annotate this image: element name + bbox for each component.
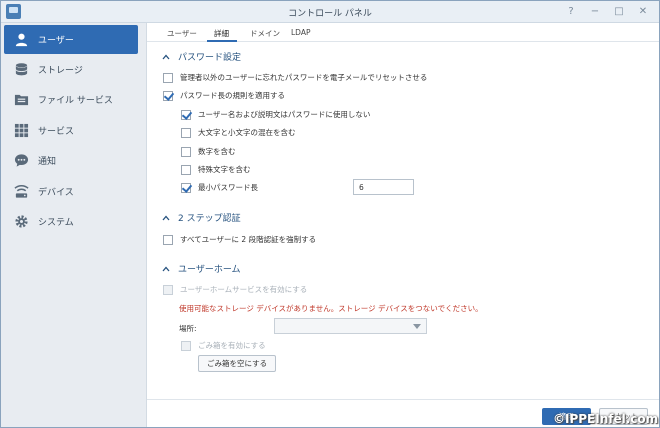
option-label: 特殊文字を含む — [198, 165, 251, 174]
tab-ldap[interactable]: LDAP — [291, 28, 310, 37]
title-bar[interactable]: コントロール パネル ? − □ ✕ — [1, 1, 659, 23]
maximize-icon[interactable]: □ — [613, 5, 625, 18]
sidebar-item-file-services[interactable]: ファイル サービス — [4, 85, 138, 114]
checkbox[interactable] — [181, 340, 191, 351]
option-label: パスワード長の規則を適用する — [180, 91, 285, 100]
rule-min-length[interactable]: 最小パスワード長 — [181, 182, 258, 193]
tab-bar: ユーザー 詳細 ドメイン LDAP — [147, 23, 659, 42]
rule-no-username[interactable]: ユーザー名および説明文はパスワードに使用しない — [181, 109, 370, 120]
signal-icon — [13, 184, 29, 200]
empty-recycle-bin-button[interactable]: ごみ箱を空にする — [198, 355, 277, 372]
option-label: すべてユーザーに 2 段階認証を強制する — [180, 235, 317, 244]
tab-advanced[interactable]: 詳細 — [214, 28, 229, 39]
sidebar-item-label: ファイル サービス — [38, 96, 113, 106]
option-label: ユーザー名および説明文はパスワードに使用しない — [198, 110, 371, 119]
option-label: 管理者以外のユーザーに忘れたパスワードを電子メールでリセットさせる — [180, 73, 428, 82]
location-label: 場所: — [179, 324, 197, 333]
min-length-input[interactable]: 6 — [353, 179, 414, 195]
sidebar-item-system[interactable]: システム — [4, 207, 138, 236]
control-panel-window: コントロール パネル ? − □ ✕ ユーザー ストレージ ファイル サービス — [0, 0, 660, 428]
option-enforce-two-step[interactable]: すべてユーザーに 2 段階認証を強制する — [163, 234, 316, 245]
no-storage-warning: 使用可能なストレージ デバイスがありません。ストレージ デバイスをつないでくださ… — [179, 304, 483, 313]
active-tab-indicator — [207, 40, 237, 42]
watermark: ©IPPEInfel.com — [553, 412, 659, 426]
checkbox[interactable] — [181, 146, 191, 157]
sidebar-item-label: システム — [38, 218, 74, 228]
checkbox[interactable] — [163, 90, 173, 101]
minimize-icon[interactable]: − — [589, 5, 601, 18]
option-enable-recycle-bin[interactable]: ごみ箱を有効にする — [181, 340, 266, 351]
rule-mixed-case[interactable]: 大文字と小文字の混在を含む — [181, 127, 296, 138]
section-title: パスワード設定 — [178, 53, 242, 63]
tab-user[interactable]: ユーザー — [167, 28, 197, 39]
option-label: 大文字と小文字の混在を含む — [198, 128, 296, 137]
option-reset-by-email[interactable]: 管理者以外のユーザーに忘れたパスワードを電子メールでリセットさせる — [163, 72, 427, 83]
database-icon — [13, 62, 29, 78]
checkbox[interactable] — [181, 164, 191, 175]
checkbox[interactable] — [163, 284, 173, 295]
user-icon — [13, 32, 29, 48]
sidebar-item-label: ユーザー — [38, 36, 74, 46]
checkbox[interactable] — [163, 234, 173, 245]
option-label: 最小パスワード長 — [198, 183, 258, 192]
location-select[interactable] — [274, 318, 427, 334]
sidebar-item-label: 通知 — [38, 157, 57, 167]
sidebar-item-devices[interactable]: デバイス — [4, 177, 138, 206]
section-title: ユーザーホーム — [178, 265, 241, 275]
sidebar-item-label: デバイス — [38, 188, 74, 198]
close-icon[interactable]: ✕ — [637, 5, 649, 18]
chat-icon — [13, 153, 29, 169]
chevron-up-icon — [162, 266, 170, 271]
checkbox[interactable] — [181, 182, 191, 193]
option-label: 数字を含む — [198, 147, 236, 156]
sidebar-item-storage[interactable]: ストレージ — [4, 55, 138, 84]
rule-special-chars[interactable]: 特殊文字を含む — [181, 164, 251, 175]
checkbox[interactable] — [181, 127, 191, 138]
option-enable-user-home[interactable]: ユーザーホームサービスを有効にする — [163, 284, 307, 295]
sidebar-item-services[interactable]: サービス — [4, 116, 138, 145]
help-icon[interactable]: ? — [565, 5, 577, 18]
sidebar-item-user[interactable]: ユーザー — [4, 25, 138, 54]
section-header-user-home[interactable]: ユーザーホーム — [162, 262, 241, 275]
window-title: コントロール パネル — [288, 9, 372, 19]
checkbox[interactable] — [163, 72, 173, 83]
tab-domain[interactable]: ドメイン — [250, 28, 280, 39]
sidebar-item-label: サービス — [38, 127, 75, 137]
folder-icon — [13, 92, 29, 108]
option-apply-password-rules[interactable]: パスワード長の規則を適用する — [163, 90, 285, 101]
chevron-up-icon — [162, 215, 170, 220]
window-controls: ? − □ ✕ — [565, 5, 649, 18]
option-label: ユーザーホームサービスを有効にする — [180, 285, 308, 294]
sidebar: ユーザー ストレージ ファイル サービス サービス 通知 デバイス システム — [1, 23, 147, 427]
sidebar-item-notification[interactable]: 通知 — [4, 146, 138, 175]
chevron-up-icon — [162, 54, 170, 59]
chevron-down-icon — [413, 324, 421, 329]
section-title: 2 ステップ認証 — [178, 214, 241, 224]
gear-icon — [13, 214, 29, 230]
checkbox[interactable] — [181, 109, 191, 120]
grid-icon — [13, 123, 29, 139]
section-header-password[interactable]: パスワード設定 — [162, 50, 241, 63]
rule-include-digits[interactable]: 数字を含む — [181, 146, 236, 157]
sidebar-item-label: ストレージ — [38, 66, 83, 76]
section-header-two-step[interactable]: 2 ステップ認証 — [162, 211, 241, 224]
advanced-settings-panel: パスワード設定 管理者以外のユーザーに忘れたパスワードを電子メールでリセットさせ… — [147, 43, 659, 399]
option-label: ごみ箱を有効にする — [198, 341, 266, 350]
